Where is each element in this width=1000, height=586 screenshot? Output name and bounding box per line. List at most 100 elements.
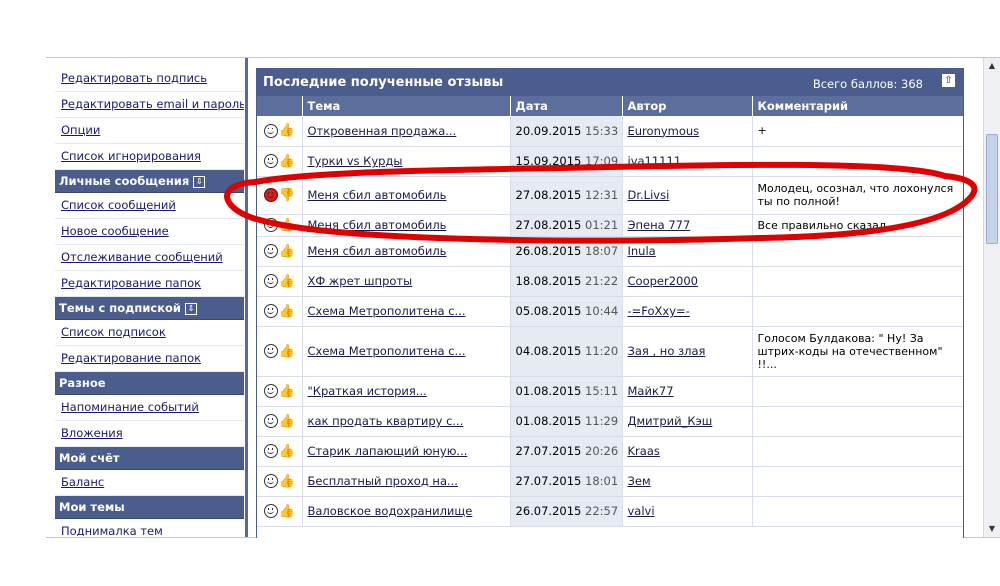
sidebar-link[interactable]: Вложения (61, 426, 123, 440)
column-header-comment: Комментарий (752, 96, 963, 116)
sidebar-link[interactable]: Список подписок (61, 325, 166, 339)
topic-cell: Меня сбил автомобиль (302, 176, 511, 215)
author-link[interactable]: Зем (628, 474, 651, 488)
date-cell: 01.08.2015 11:29 (510, 406, 623, 437)
rating-cell: 👍 (257, 214, 303, 237)
topic-link[interactable]: Валовское водохранилище (308, 504, 473, 518)
sidebar-item[interactable]: Редактировать подпись (55, 66, 244, 92)
author-link[interactable]: Cooper2000 (628, 274, 698, 288)
author-cell: Зем (622, 466, 753, 497)
sidebar-item[interactable]: Поднималка тем (55, 519, 244, 536)
author-link[interactable]: Dr.Livsi (628, 188, 670, 202)
author-link[interactable]: Майк77 (628, 384, 674, 398)
review-time: 20:26 (585, 444, 619, 458)
author-link[interactable]: Euronymous (628, 124, 700, 138)
positive-rating-icon (263, 414, 278, 428)
topic-link[interactable]: Схема Метрополитена с... (308, 344, 466, 358)
topic-link[interactable]: Откровенная продажа... (308, 124, 457, 138)
sidebar-link[interactable]: Новое сообщение (61, 224, 169, 238)
author-link[interactable]: Эпена 777 (628, 218, 691, 232)
sidebar-link[interactable]: Редактировать email и пароль (61, 97, 244, 111)
sidebar-item[interactable]: Редактировать email и пароль (55, 92, 244, 118)
date-cell: 01.08.2015 15:11 (510, 376, 623, 407)
author-link[interactable]: iva11111 (628, 154, 682, 168)
scroll-down-icon[interactable]: ▼ (986, 523, 998, 535)
comment-cell (752, 266, 963, 297)
column-header-icon (257, 96, 303, 116)
scroll-up-icon[interactable]: ▲ (986, 60, 998, 72)
date-cell: 27.08.2015 01:21 (510, 214, 623, 237)
table-row: 👍 ХФ жрет шпроты 18.08.2015 21:22 Cooper200… (257, 266, 963, 297)
table-header-row: Тема Дата Автор Комментарий (257, 96, 963, 116)
author-link[interactable]: Дмитрий_Кэш (628, 414, 713, 428)
author-link[interactable]: -=FoXxy=- (628, 304, 690, 318)
topic-link[interactable]: Схема Метрополитена с... (308, 304, 466, 318)
sidebar-item[interactable]: Отслеживание сообщений (55, 245, 244, 271)
vertical-scrollbar[interactable]: ▲ ▼ (983, 58, 1000, 537)
sidebar: Редактировать подпись Редактировать email… (55, 66, 244, 536)
thumbs-up-icon: 👍 (278, 383, 295, 399)
sidebar-item[interactable]: Вложения (55, 421, 244, 447)
topic-link[interactable]: "Краткая история... (308, 384, 427, 398)
review-date: 27.08.2015 (515, 218, 582, 232)
date-cell: 20.09.2015 15:33 (510, 116, 623, 147)
topic-link[interactable]: ХФ жрет шпроты (308, 274, 413, 288)
sidebar-link[interactable]: Поднималка тем (61, 524, 163, 536)
table-row: 👍 как продать квартиру с... 01.08.2015 11:… (257, 406, 963, 437)
thumbs-up-icon: 👍 (278, 503, 295, 519)
author-link[interactable]: Inula (628, 244, 656, 258)
topic-link[interactable]: Меня сбил автомобиль (308, 218, 447, 232)
sidebar-link[interactable]: Список игнорирования (61, 149, 201, 163)
sidebar-item[interactable]: Редактирование папок (55, 271, 244, 297)
negative-rating-icon (263, 188, 278, 202)
collapse-up-icon[interactable]: ⇧ (942, 74, 955, 87)
sidebar-item[interactable]: Новое сообщение (55, 219, 244, 245)
topic-cell: ХФ жрет шпроты (302, 266, 511, 297)
topic-link[interactable]: Меня сбил автомобиль (308, 188, 447, 202)
comment-cell (752, 146, 963, 177)
topic-link[interactable]: как продать квартиру с... (308, 414, 464, 428)
table-row: 👍 Схема Метрополитена с... 04.08.2015 11:2… (257, 326, 963, 377)
sidebar-item[interactable]: Баланс (55, 470, 244, 496)
sidebar-link[interactable]: Опции (61, 123, 100, 137)
review-date: 26.07.2015 (515, 504, 582, 518)
sidebar-link[interactable]: Отслеживание сообщений (61, 250, 223, 264)
topic-link[interactable]: Бесплатный проход на... (308, 474, 458, 488)
sidebar-item[interactable]: Опции (55, 118, 244, 144)
table-row: 👍 Откровенная продажа... 20.09.2015 15:33 E… (257, 116, 963, 147)
date-cell: 26.08.2015 18:07 (510, 236, 623, 267)
date-cell: 27.07.2015 20:26 (510, 436, 623, 467)
sidebar-item[interactable]: Редактирование папок (55, 346, 244, 372)
sidebar-link[interactable]: Баланс (61, 475, 104, 489)
expand-down-icon[interactable]: ⇩ (193, 175, 206, 188)
author-cell: -=FoXxy=- (622, 296, 753, 327)
author-link[interactable]: Зая , но злая (628, 344, 706, 358)
topic-link[interactable]: Турки vs Курды (308, 154, 403, 168)
comment-cell (752, 436, 963, 467)
sidebar-item[interactable]: Напоминание событий (55, 395, 244, 421)
author-link[interactable]: Kraas (628, 444, 660, 458)
author-cell: Inula (622, 236, 753, 267)
sidebar-item[interactable]: Список подписок (55, 320, 244, 346)
author-cell: Майк77 (622, 376, 753, 407)
sidebar-item[interactable]: Список сообщений (55, 193, 244, 219)
expand-down-icon[interactable]: ⇩ (185, 302, 197, 315)
author-cell: Эпена 777 (622, 214, 753, 237)
sidebar-link[interactable]: Редактировать подпись (61, 71, 207, 85)
thumbs-up-icon: 👍 (278, 443, 295, 459)
sidebar-item[interactable]: Список игнорирования (55, 144, 244, 170)
topic-cell: "Краткая история... (302, 376, 511, 407)
date-cell: 04.08.2015 11:20 (510, 326, 623, 377)
sidebar-header-label: Разное (59, 376, 106, 390)
column-header-author: Автор (622, 96, 753, 116)
sidebar-link[interactable]: Список сообщений (61, 198, 176, 212)
topic-link[interactable]: Старик лапающий юную... (308, 444, 468, 458)
topic-link[interactable]: Меня сбил автомобиль (308, 244, 447, 258)
scrollbar-thumb[interactable] (986, 134, 998, 244)
sidebar-link[interactable]: Напоминание событий (61, 400, 199, 414)
sidebar-section-header: Мои темы (55, 496, 244, 519)
review-date: 04.08.2015 (515, 344, 582, 358)
sidebar-link[interactable]: Редактирование папок (61, 276, 201, 290)
sidebar-link[interactable]: Редактирование папок (61, 351, 201, 365)
author-link[interactable]: valvi (628, 504, 655, 518)
